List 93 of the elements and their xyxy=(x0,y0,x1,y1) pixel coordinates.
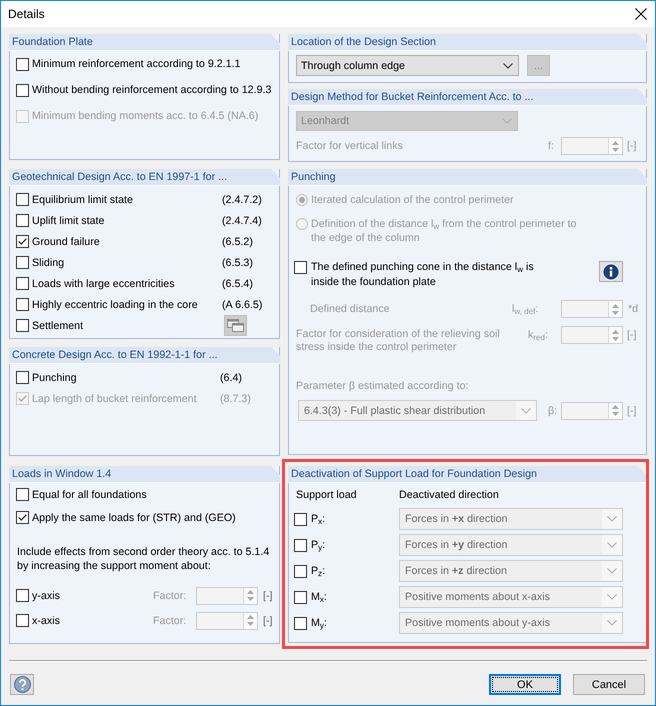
ok-button[interactable]: OK xyxy=(489,674,561,695)
chevron-down-icon xyxy=(607,542,617,548)
clause-reference: (6.5.3) xyxy=(222,256,253,270)
panel-title: Concrete Design Acc. to EN 1992-1-1 for ... xyxy=(9,347,280,364)
checkbox[interactable] xyxy=(16,371,29,384)
checkbox[interactable] xyxy=(16,193,29,206)
info-icon xyxy=(603,264,619,280)
clause-reference: (6.5.2) xyxy=(222,234,253,248)
panel-title: Deactivation of Support Load for Foundation Design xyxy=(288,466,647,483)
panel-title: Location of the Design Section xyxy=(288,34,647,51)
clause-reference: (2.4.7.4) xyxy=(222,214,262,228)
checkbox-label: y-axis xyxy=(32,588,61,602)
dropdown[interactable]: Through column edge xyxy=(296,55,519,76)
radio-label: Iterated calculation of the control perimeter xyxy=(311,193,514,207)
checkbox-label: Punching xyxy=(32,370,78,384)
checkmark-icon xyxy=(18,238,27,245)
unit-label: [-] xyxy=(627,404,636,418)
column-header: Support load xyxy=(296,488,358,502)
checkbox-label: Ground failure xyxy=(32,234,101,248)
note-text: Include effects from second order theory acc. to 5.1.4 by increasing the support moment about: xyxy=(17,545,270,573)
load-label: M$_{x}$: xyxy=(311,590,328,604)
checkbox-label: Apply the same loads for (STR) and (GEO) xyxy=(32,510,236,524)
checkbox[interactable] xyxy=(16,214,29,227)
chevron-down-icon xyxy=(502,118,512,124)
checkmark-icon xyxy=(18,395,27,402)
checkbox-label: Minimum reinforcement according to 9.2.1.1 xyxy=(32,57,241,71)
column-header: Deactivated direction xyxy=(399,488,499,502)
symbol-label: k$_{red}$: xyxy=(528,328,549,342)
panel-title: Loads in Window 1.4 xyxy=(9,466,280,483)
checkbox-label: Settlement xyxy=(32,318,84,332)
unit-label: [-] xyxy=(263,614,272,628)
checkbox-label: Loads with large eccentricities xyxy=(32,276,176,290)
unit-label: [-] xyxy=(627,139,636,153)
panel-title: Geotechnical Design Acc. to EN 1997-1 for ... xyxy=(9,169,280,186)
chevron-down-icon xyxy=(607,594,617,600)
chevron-down-icon xyxy=(607,620,617,626)
unit-label: [-] xyxy=(263,588,272,602)
checkbox-label: Equal for all foundations xyxy=(32,488,147,502)
radio-label: Definition of the distance l$_{w}$ from the control perimeter to the edge of the column xyxy=(311,217,578,245)
checkbox[interactable] xyxy=(294,261,307,274)
checkbox[interactable] xyxy=(16,84,29,96)
checkbox-label: Minimum bending moments acc. to 6.4.5 (NA.6) xyxy=(32,109,258,123)
checkbox[interactable] xyxy=(16,319,29,332)
load-label: P$_{z}$: xyxy=(311,564,326,578)
symbol-label: β: xyxy=(548,404,558,418)
checkbox-label: Equilibrium limit state xyxy=(32,192,134,206)
info-button[interactable] xyxy=(599,261,623,282)
checkbox-label: Lap length of bucket reinforcement xyxy=(32,392,198,406)
clause-reference: (A 6.6.5) xyxy=(222,298,262,312)
checkbox-label: Sliding xyxy=(32,256,66,270)
cancel-button[interactable]: Cancel xyxy=(573,674,645,695)
load-label: P$_{x}$: xyxy=(311,512,326,526)
chevron-down-icon xyxy=(503,62,513,68)
panel-title: Punching xyxy=(288,169,647,186)
help-button[interactable] xyxy=(10,674,34,695)
field-label: Factor for vertical links xyxy=(296,139,404,153)
chevron-down-icon xyxy=(521,408,531,414)
clause-reference: (6.4) xyxy=(220,370,242,384)
clause-reference: (2.4.7.2) xyxy=(222,192,262,206)
load-label: M$_{y}$: xyxy=(311,616,328,630)
field-label: Factor for consideration of the relieving soil stress inside the control perimeter xyxy=(296,328,501,354)
checkbox-label: Without bending reinforcement according to 12.9.3 xyxy=(32,83,272,97)
close-icon[interactable] xyxy=(635,8,647,20)
load-label: P$_{y}$: xyxy=(311,538,326,552)
field-label: Factor: xyxy=(153,614,188,628)
chevron-down-icon xyxy=(607,516,617,522)
checkmark-icon xyxy=(18,514,27,521)
checkbox[interactable] xyxy=(16,277,29,290)
field-label: Defined distance xyxy=(310,302,391,316)
checkbox[interactable] xyxy=(16,58,29,70)
checkbox[interactable] xyxy=(16,298,29,311)
checkbox[interactable] xyxy=(16,235,29,248)
field-label: Factor: xyxy=(153,588,188,602)
windows-icon xyxy=(227,319,244,332)
checkbox-label: The defined punching cone in the distance l$_{w}$ is inside the foundation plate xyxy=(311,260,535,290)
symbol-label: l$_{w, def}$: xyxy=(512,302,540,316)
unit-label: *d xyxy=(628,302,638,316)
checkbox-label: Highly eccentric loading in the core xyxy=(32,298,199,312)
checkbox-label: x-axis xyxy=(32,614,61,628)
panel-title: Foundation Plate xyxy=(9,34,280,51)
clause-reference: (8.7.3) xyxy=(220,392,251,406)
chevron-down-icon xyxy=(607,568,617,574)
symbol-label: f: xyxy=(548,139,555,153)
checkbox[interactable] xyxy=(16,256,29,269)
checkbox[interactable] xyxy=(16,511,29,524)
checkbox[interactable] xyxy=(16,488,29,501)
checkbox-label: Uplift limit state xyxy=(32,214,106,228)
window-title: Details xyxy=(8,7,45,21)
unit-label: [-] xyxy=(627,328,636,342)
panel-title: Design Method for Bucket Reinforcement Acc. to ... xyxy=(288,89,647,106)
clause-reference: (6.5.4) xyxy=(222,276,253,290)
help-icon xyxy=(14,676,30,693)
field-label: Parameter β estimated according to: xyxy=(296,379,470,393)
